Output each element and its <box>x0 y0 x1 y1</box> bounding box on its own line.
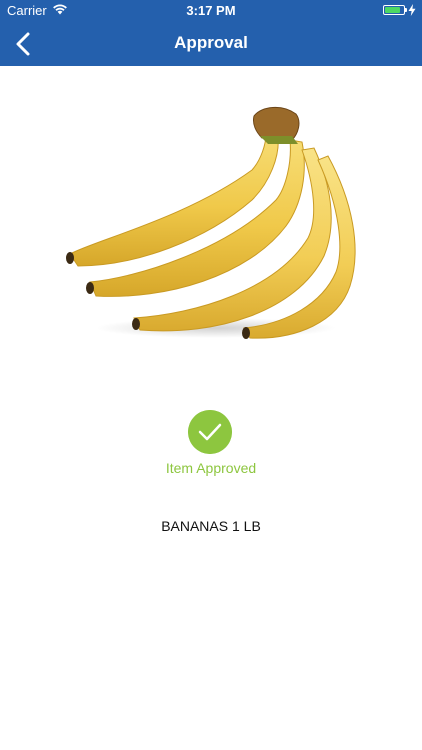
status-bar: Carrier 3:17 PM <box>0 0 422 22</box>
battery-level-fill <box>385 7 400 13</box>
navigation-bar: Approval <box>0 22 422 66</box>
approval-screen: Carrier 3:17 PM Approval Item Approved B… <box>0 0 422 750</box>
status-time: 3:17 PM <box>186 3 236 18</box>
top-bar: Carrier 3:17 PM Approval <box>0 0 422 66</box>
checkmark-circle-icon <box>188 410 232 454</box>
approval-status-label: Item Approved <box>165 460 257 476</box>
bananas-photo <box>66 107 356 339</box>
charging-bolt-icon <box>408 4 416 16</box>
page-title: Approval <box>174 33 248 52</box>
battery-icon <box>383 5 407 15</box>
product-name: BANANAS 1 LB <box>161 518 261 534</box>
battery-tip <box>405 8 407 12</box>
